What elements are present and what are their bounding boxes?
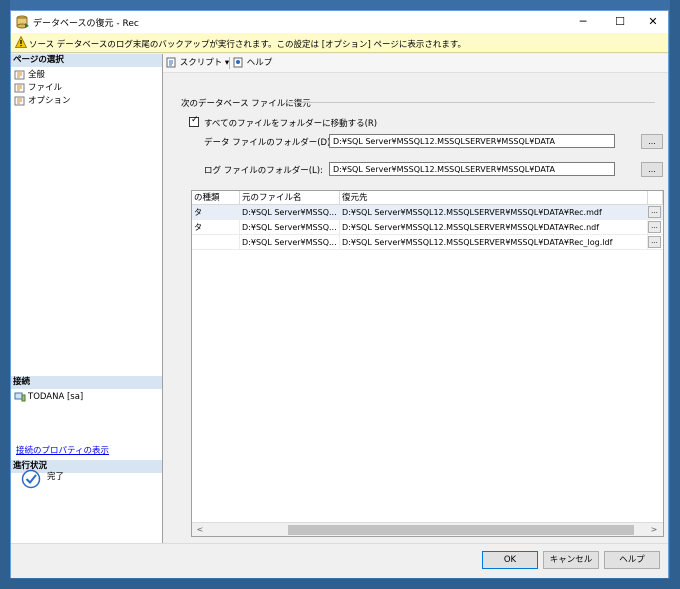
log-folder-label: ログ ファイルのフォルダー(L): bbox=[204, 166, 323, 176]
script-button[interactable]: スクリプト ▾ bbox=[166, 56, 229, 70]
scrollbar-thumb[interactable] bbox=[288, 525, 634, 535]
checkmark-icon: ✓ bbox=[191, 115, 199, 125]
help-button[interactable]: ヘルプ bbox=[604, 551, 660, 569]
title-bar[interactable]: データベースの復元 - Rec ─ ☐ ✕ bbox=[11, 11, 668, 33]
files-grid: の種類 元のファイル名 復元先 タ D:¥SQL Server¥MSSQ... … bbox=[191, 190, 664, 537]
desktop-background-right bbox=[670, 0, 680, 589]
window-title: データベースの復元 - Rec bbox=[33, 19, 139, 29]
cell-type: タ bbox=[192, 205, 240, 220]
cell-type: タ bbox=[192, 220, 240, 235]
restore-database-dialog: データベースの復元 - Rec ─ ☐ ✕ ソース データベースのログ末尾のバッ… bbox=[10, 10, 669, 578]
toolbar-separator bbox=[229, 57, 230, 69]
sidebar-item-options[interactable]: オプション bbox=[14, 95, 71, 107]
help-label: ヘルプ bbox=[246, 58, 273, 68]
row-browse-button[interactable]: ... bbox=[648, 206, 661, 218]
scroll-right-icon[interactable]: > bbox=[648, 525, 660, 535]
cell-original: D:¥SQL Server¥MSSQ... bbox=[240, 235, 340, 250]
toolbar: スクリプト ▾ ヘルプ bbox=[163, 54, 668, 73]
relocate-all-label: すべてのファイルをフォルダーに移動する(R) bbox=[204, 119, 378, 129]
minimize-button[interactable]: ─ bbox=[566, 11, 600, 33]
connection-label: TODANA [sa] bbox=[28, 392, 84, 402]
data-folder-field[interactable]: D:¥SQL Server¥MSSQL12.MSSQLSERVER¥MSSQL¥… bbox=[329, 134, 615, 148]
log-folder-field[interactable]: D:¥SQL Server¥MSSQL12.MSSQLSERVER¥MSSQL¥… bbox=[329, 162, 615, 176]
info-message: ソース データベースのログ末尾のバックアップが実行されます。この設定は [オプシ… bbox=[29, 40, 467, 50]
table-row[interactable]: D:¥SQL Server¥MSSQ... D:¥SQL Server¥MSSQ… bbox=[192, 235, 663, 250]
connection-properties-link[interactable]: 接続のプロパティの表示 bbox=[16, 444, 109, 456]
page-icon bbox=[14, 70, 26, 80]
connection-item: TODANA [sa] bbox=[14, 391, 83, 403]
page-select-header: ページの選択 bbox=[11, 54, 162, 67]
data-folder-label: データ ファイルのフォルダー(D): bbox=[204, 138, 334, 148]
column-header-original[interactable]: 元のファイル名 bbox=[240, 191, 340, 205]
table-row[interactable]: タ D:¥SQL Server¥MSSQ... D:¥SQL Server¥MS… bbox=[192, 205, 663, 220]
sidebar: ページの選択 全般 ファイル オプション 接続 TODANA [sa] 接続のプ… bbox=[11, 54, 163, 543]
column-header-restore-as[interactable]: 復元先 bbox=[340, 191, 648, 205]
warning-icon bbox=[14, 35, 28, 48]
cell-restore-as[interactable]: D:¥SQL Server¥MSSQL12.MSSQLSERVER¥MSSQL¥… bbox=[340, 205, 648, 220]
row-browse-button[interactable]: ... bbox=[648, 236, 661, 248]
connection-header: 接続 bbox=[11, 376, 162, 389]
maximize-button[interactable]: ☐ bbox=[603, 11, 637, 33]
close-button[interactable]: ✕ bbox=[636, 11, 670, 33]
cell-original: D:¥SQL Server¥MSSQ... bbox=[240, 205, 340, 220]
section-label: 次のデータベース ファイルに復元 bbox=[181, 99, 311, 109]
table-row[interactable]: タ D:¥SQL Server¥MSSQ... D:¥SQL Server¥MS… bbox=[192, 220, 663, 235]
page-icon bbox=[14, 96, 26, 106]
log-folder-browse-button[interactable]: ... bbox=[641, 162, 663, 177]
script-label: スクリプト bbox=[179, 58, 223, 68]
server-icon bbox=[14, 392, 26, 402]
scroll-left-icon[interactable]: < bbox=[194, 525, 206, 535]
horizontal-scrollbar[interactable]: < > bbox=[192, 522, 663, 536]
section-divider bbox=[285, 102, 655, 103]
sidebar-item-label: ファイル bbox=[28, 83, 63, 93]
column-header-button bbox=[648, 191, 663, 205]
script-icon bbox=[166, 57, 177, 68]
sidebar-item-label: オプション bbox=[28, 96, 71, 106]
help-icon bbox=[233, 57, 244, 68]
relocate-all-checkbox[interactable]: ✓ bbox=[189, 115, 199, 127]
row-browse-button[interactable]: ... bbox=[648, 221, 661, 233]
cell-type bbox=[192, 235, 240, 250]
desktop-background-bottom bbox=[0, 579, 680, 589]
help-toolbar-button[interactable]: ヘルプ bbox=[233, 56, 272, 70]
database-restore-icon bbox=[16, 15, 30, 29]
dialog-footer: OK キャンセル ヘルプ bbox=[11, 543, 668, 578]
page-icon bbox=[14, 83, 26, 93]
cell-restore-as[interactable]: D:¥SQL Server¥MSSQL12.MSSQLSERVER¥MSSQL¥… bbox=[340, 220, 648, 235]
info-bar: ソース データベースのログ末尾のバックアップが実行されます。この設定は [オプシ… bbox=[11, 33, 668, 53]
sidebar-item-files[interactable]: ファイル bbox=[14, 82, 62, 94]
data-folder-browse-button[interactable]: ... bbox=[641, 134, 663, 149]
files-page: スクリプト ▾ ヘルプ 次のデータベース ファイルに復元 ✓ すべてのファイルを… bbox=[163, 54, 668, 543]
cancel-button[interactable]: キャンセル bbox=[543, 551, 599, 569]
completed-icon bbox=[21, 469, 41, 489]
progress-status: 完了 bbox=[47, 472, 65, 482]
ok-button[interactable]: OK bbox=[482, 551, 538, 569]
cell-restore-as[interactable]: D:¥SQL Server¥MSSQL12.MSSQLSERVER¥MSSQL¥… bbox=[340, 235, 648, 250]
sidebar-item-label: 全般 bbox=[28, 70, 46, 80]
sidebar-item-general[interactable]: 全般 bbox=[14, 69, 45, 81]
desktop-background-left bbox=[0, 0, 10, 589]
column-header-type[interactable]: の種類 bbox=[192, 191, 240, 205]
cell-original: D:¥SQL Server¥MSSQ... bbox=[240, 220, 340, 235]
